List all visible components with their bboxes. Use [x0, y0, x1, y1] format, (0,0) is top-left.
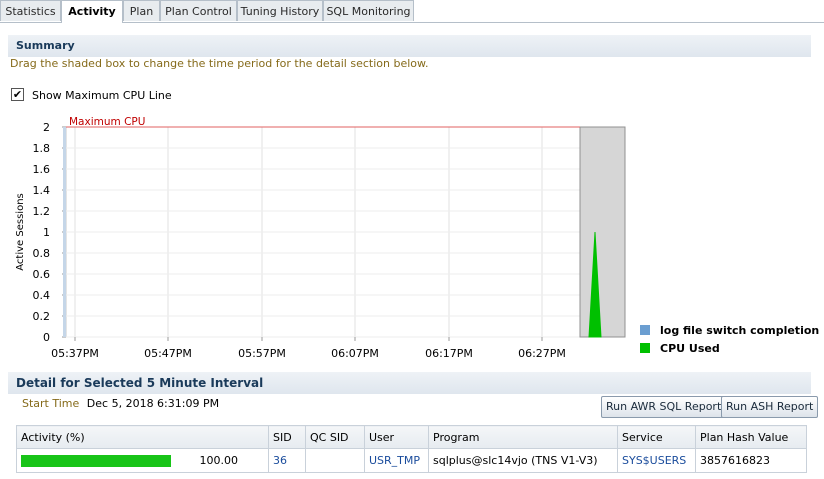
y-tick-label: 0.2 — [33, 310, 51, 323]
table-header-row: Activity (%) SID QC SID User Program Ser… — [16, 425, 807, 449]
run-ash-report-button[interactable]: Run ASH Report — [721, 396, 819, 418]
y-tick-label: 0.4 — [33, 289, 51, 302]
y-tick-label: 1.8 — [33, 142, 51, 155]
tab-plan[interactable]: Plan — [123, 0, 160, 21]
x-tick-label: 05:37PM — [51, 347, 99, 360]
tab-plan-control[interactable]: Plan Control — [160, 0, 237, 21]
tab-tuning-history[interactable]: Tuning History — [237, 0, 323, 21]
x-tick-label: 06:27PM — [518, 347, 566, 360]
start-time-value: Dec 5, 2018 6:31:09 PM — [86, 397, 220, 410]
y-axis-label: Active Sessions — [15, 193, 26, 270]
col-plan-hash[interactable]: Plan Hash Value — [695, 425, 807, 449]
activity-value: 100.00 — [199, 454, 239, 467]
col-qc-sid[interactable]: QC SID — [305, 425, 365, 449]
x-tick-label: 05:57PM — [238, 347, 286, 360]
legend-swatch — [640, 325, 650, 335]
col-program[interactable]: Program — [428, 425, 618, 449]
program-cell: sqlplus@slc14vjo (TNS V1-V3) — [428, 448, 618, 473]
tab-activity[interactable]: Activity — [61, 0, 123, 23]
y-tick-label: 1 — [43, 226, 50, 239]
x-tick-label: 06:07PM — [331, 347, 379, 360]
sid-link[interactable]: 36 — [268, 448, 306, 473]
y-tick-label: 1.4 — [33, 184, 51, 197]
plan-hash-cell: 3857616823 — [695, 448, 807, 473]
user-link[interactable]: USR_TMP — [364, 448, 429, 473]
activity-bar — [21, 455, 171, 467]
activity-cell: 100.00 — [16, 448, 269, 473]
show-max-cpu-checkbox[interactable]: ✔ — [11, 88, 24, 101]
service-link[interactable]: SYS$USERS — [617, 448, 696, 473]
x-tick-label: 06:17PM — [425, 347, 473, 360]
tab-bar: Statistics Activity Plan Plan Control Tu… — [0, 0, 824, 23]
y-axis — [63, 127, 66, 337]
qc-sid-cell — [305, 448, 365, 473]
tab-statistics[interactable]: Statistics — [0, 0, 61, 21]
y-tick-label: 0.6 — [33, 268, 51, 281]
selection-box — [579, 126, 626, 338]
y-tick-label: 1.6 — [33, 163, 51, 176]
col-activity[interactable]: Activity (%) — [16, 425, 269, 449]
col-sid[interactable]: SID — [268, 425, 306, 449]
x-tick-label: 05:47PM — [144, 347, 192, 360]
max-cpu-label: Maximum CPU — [69, 116, 145, 128]
tab-sql-monitoring[interactable]: SQL Monitoring — [323, 0, 414, 21]
detail-header: Detail for Selected 5 Minute Interval — [8, 372, 811, 394]
legend-label: CPU Used — [660, 342, 720, 355]
col-user[interactable]: User — [364, 425, 429, 449]
run-awr-sql-report-button[interactable]: Run AWR SQL Report — [601, 396, 727, 418]
show-max-cpu-label: Show Maximum CPU Line — [32, 89, 172, 102]
detail-title: Detail for Selected 5 Minute Interval — [16, 376, 264, 390]
start-time: Start Time Dec 5, 2018 6:31:09 PM — [22, 397, 219, 410]
y-tick-label: 0 — [43, 331, 50, 344]
start-time-label: Start Time — [22, 397, 80, 410]
legend-label: log file switch completion — [660, 324, 820, 337]
y-tick-label: 1.2 — [33, 205, 51, 218]
summary-header: Summary — [8, 35, 811, 57]
detail-table: Activity (%) SID QC SID User Program Ser… — [16, 425, 807, 473]
table-row: 100.00 36 USR_TMP sqlplus@slc14vjo (TNS … — [16, 448, 807, 473]
y-tick-label: 2 — [43, 121, 50, 134]
summary-hint: Drag the shaded box to change the time p… — [10, 57, 429, 70]
summary-title: Summary — [16, 39, 75, 52]
col-service[interactable]: Service — [617, 425, 696, 449]
y-tick-label: 0.8 — [33, 247, 51, 260]
legend-swatch — [640, 343, 650, 353]
